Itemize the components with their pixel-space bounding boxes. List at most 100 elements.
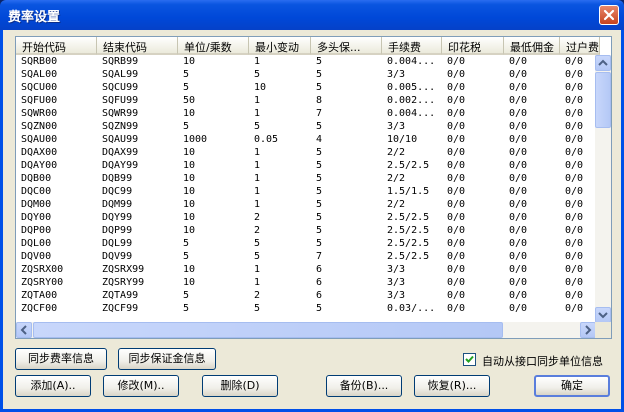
table-cell: 0/0 — [565, 160, 584, 171]
table-cell: DQAY99 — [102, 160, 139, 171]
horizontal-scrollbar[interactable] — [16, 322, 596, 338]
table-cell: 5 — [183, 238, 190, 249]
column-header-stamp-tax[interactable]: 印花税 — [442, 37, 504, 55]
close-button[interactable] — [599, 5, 619, 25]
table-row[interactable]: SQZN00 SQZN99 5 5 5 3/3 0/0 0/0 0/0 — [16, 120, 596, 133]
table-cell: ZQSRY00 — [21, 277, 64, 288]
table-cell: 2.5/2.5 — [387, 212, 430, 223]
restore-button[interactable]: 恢复(R)... — [414, 375, 490, 397]
table-cell: SQWR99 — [102, 108, 139, 119]
table-cell: 0/0 — [447, 173, 466, 184]
table-row[interactable]: ZQSRY00 ZQSRY99 10 1 6 3/3 0/0 0/0 0/0 — [16, 276, 596, 289]
fee-settings-window: 费率设置 开始代码 结束代码 单位/乘数 最小变动 多头保... 手续费 印花税 最低佣金 过户… — [0, 0, 624, 412]
table-row[interactable]: DQL00 DQL99 5 5 5 2.5/2.5 0/0 0/0 0/0 — [16, 237, 596, 250]
add-button[interactable]: 添加(A).. — [15, 375, 91, 397]
scroll-up-button[interactable] — [595, 55, 611, 71]
table-row[interactable]: ZQTA00 ZQTA99 5 2 6 3/3 0/0 0/0 0/0 — [16, 289, 596, 302]
backup-button[interactable]: 备份(B)... — [326, 375, 402, 397]
sync-margin-button[interactable]: 同步保证金信息 — [118, 348, 216, 370]
table-cell: 10 — [183, 186, 196, 197]
table-cell: 5 — [183, 121, 190, 132]
column-header-transfer-fee[interactable]: 过户费 — [560, 37, 600, 55]
table-cell: 5 — [316, 238, 323, 249]
horizontal-scroll-thumb[interactable] — [33, 322, 503, 338]
table-cell: 10 — [183, 277, 196, 288]
table-cell: 0/0 — [509, 277, 528, 288]
table-cell: SQRB99 — [102, 56, 139, 67]
arrow-down-icon — [598, 312, 608, 319]
table-cell: 3/3 — [387, 290, 406, 301]
scroll-right-button[interactable] — [580, 322, 596, 338]
table-cell: DQV00 — [21, 251, 52, 262]
table-cell: 0/0 — [509, 212, 528, 223]
table-cell: 0/0 — [447, 238, 466, 249]
table-cell: 0/0 — [509, 82, 528, 93]
table-row[interactable]: SQFU00 SQFU99 50 1 8 0.002... 0/0 0/0 0/0 — [16, 94, 596, 107]
table-cell: 0/0 — [565, 303, 584, 314]
table-cell: 0/0 — [509, 121, 528, 132]
table-cell: 10 — [183, 56, 196, 67]
table-body[interactable]: SQRB00 SQRB99 10 1 5 0.004... 0/0 0/0 0/0 SQAL00 S… — [16, 55, 596, 322]
table-cell: SQFU00 — [21, 95, 58, 106]
table-cell: 1 — [254, 186, 261, 197]
table-row[interactable]: DQP00 DQP99 10 2 5 2.5/2.5 0/0 0/0 0/0 — [16, 224, 596, 237]
table-cell: 0/0 — [509, 147, 528, 158]
table-cell: 2.5/2.5 — [387, 251, 430, 262]
table-row[interactable]: SQCU00 SQCU99 5 10 5 0.005... 0/0 0/0 0/0 — [16, 81, 596, 94]
table-row[interactable]: DQAY00 DQAY99 10 1 5 2.5/2.5 0/0 0/0 0/0 — [16, 159, 596, 172]
delete-button[interactable]: 删除(D) — [202, 375, 278, 397]
table-cell: 0/0 — [565, 251, 584, 262]
table-cell: 10 — [183, 199, 196, 210]
table-row[interactable]: SQAL00 SQAL99 5 5 5 3/3 0/0 0/0 0/0 — [16, 68, 596, 81]
table-cell: 0/0 — [509, 160, 528, 171]
title-bar[interactable]: 费率设置 — [0, 0, 624, 30]
table-row[interactable]: SQRB00 SQRB99 10 1 5 0.004... 0/0 0/0 0/0 — [16, 55, 596, 68]
table-row[interactable]: DQM00 DQM99 10 1 5 2/2 0/0 0/0 0/0 — [16, 198, 596, 211]
ok-button[interactable]: 确定 — [534, 375, 610, 397]
table-cell: 1000 — [183, 134, 208, 145]
table-row[interactable]: ZQCF00 ZQCF99 5 5 5 0.03/... 0/0 0/0 0/0 — [16, 302, 596, 315]
table-cell: SQFU99 — [102, 95, 139, 106]
table-cell: DQV99 — [102, 251, 133, 262]
modify-button[interactable]: 修改(M).. — [103, 375, 179, 397]
fee-table[interactable]: 开始代码 结束代码 单位/乘数 最小变动 多头保... 手续费 印花税 最低佣金 过户费 SQR… — [15, 36, 612, 339]
table-cell: 1 — [254, 147, 261, 158]
table-cell: 0/0 — [509, 238, 528, 249]
table-cell: DQY00 — [21, 212, 52, 223]
column-header-start-code[interactable]: 开始代码 — [16, 37, 97, 55]
column-header-end-code[interactable]: 结束代码 — [97, 37, 178, 55]
vertical-scroll-thumb[interactable] — [595, 72, 611, 128]
table-cell: 0/0 — [447, 56, 466, 67]
table-row[interactable]: SQAU00 SQAU99 1000 0.05 4 10/10 0/0 0/0 0/0 — [16, 133, 596, 146]
column-header-min-tick[interactable]: 最小变动 — [249, 37, 311, 55]
table-cell: 0.004... — [387, 56, 436, 67]
table-cell: 0/0 — [565, 199, 584, 210]
table-row[interactable]: DQY00 DQY99 10 2 5 2.5/2.5 0/0 0/0 0/0 — [16, 211, 596, 224]
table-row[interactable]: DQV00 DQV99 5 5 7 2.5/2.5 0/0 0/0 0/0 — [16, 250, 596, 263]
scroll-left-button[interactable] — [16, 322, 32, 338]
scroll-down-button[interactable] — [595, 307, 611, 323]
table-row[interactable]: DQC00 DQC99 10 1 5 1.5/1.5 0/0 0/0 0/0 — [16, 185, 596, 198]
vertical-scrollbar[interactable] — [595, 55, 611, 323]
table-cell: 1 — [254, 264, 261, 275]
table-cell: 4 — [316, 134, 323, 145]
sync-fee-button[interactable]: 同步费率信息 — [15, 348, 107, 370]
table-cell: 5 — [183, 251, 190, 262]
table-row[interactable]: DQAX00 DQAX99 10 1 5 2/2 0/0 0/0 0/0 — [16, 146, 596, 159]
table-cell: DQL00 — [21, 238, 52, 249]
table-cell: SQRB00 — [21, 56, 58, 67]
column-header-unit[interactable]: 单位/乘数 — [178, 37, 249, 55]
table-cell: DQC99 — [102, 186, 133, 197]
table-cell: 5 — [183, 69, 190, 80]
table-row[interactable]: DQB00 DQB99 10 1 5 2/2 0/0 0/0 0/0 — [16, 172, 596, 185]
table-cell: 0/0 — [565, 277, 584, 288]
table-cell: 6 — [316, 264, 323, 275]
auto-sync-checkbox-box[interactable] — [463, 353, 476, 366]
column-header-fee[interactable]: 手续费 — [382, 37, 442, 55]
table-cell: 2/2 — [387, 147, 406, 158]
table-row[interactable]: ZQSRX00 ZQSRX99 10 1 6 3/3 0/0 0/0 0/0 — [16, 263, 596, 276]
table-cell: 0/0 — [565, 134, 584, 145]
column-header-min-commission[interactable]: 最低佣金 — [504, 37, 560, 55]
table-row[interactable]: SQWR00 SQWR99 10 1 7 0.004... 0/0 0/0 0/0 — [16, 107, 596, 120]
column-header-long-margin[interactable]: 多头保... — [311, 37, 382, 55]
